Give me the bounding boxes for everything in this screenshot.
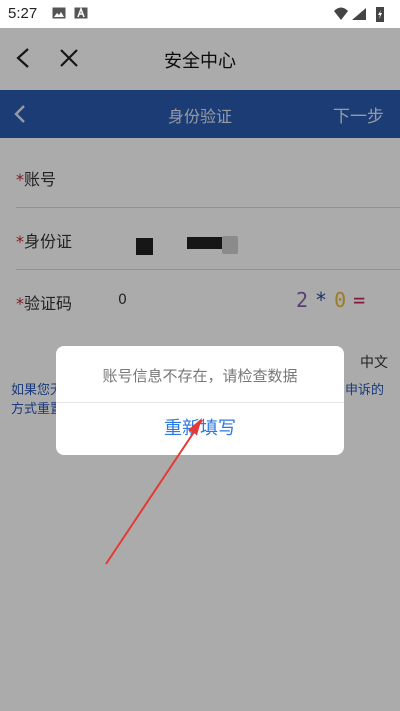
image-notification-icon [52, 7, 66, 19]
status-time: 5:27 [8, 5, 38, 22]
dialog-divider [56, 402, 344, 403]
font-notification-icon [74, 7, 88, 19]
status-bar: 5:27 [0, 0, 400, 28]
wifi-icon [334, 7, 348, 20]
dialog-message: 账号信息不存在，请检查数据 [102, 367, 298, 385]
system-tray-icons [334, 7, 384, 22]
annotation-arrow-icon [105, 418, 203, 565]
signal-icon [352, 8, 366, 20]
